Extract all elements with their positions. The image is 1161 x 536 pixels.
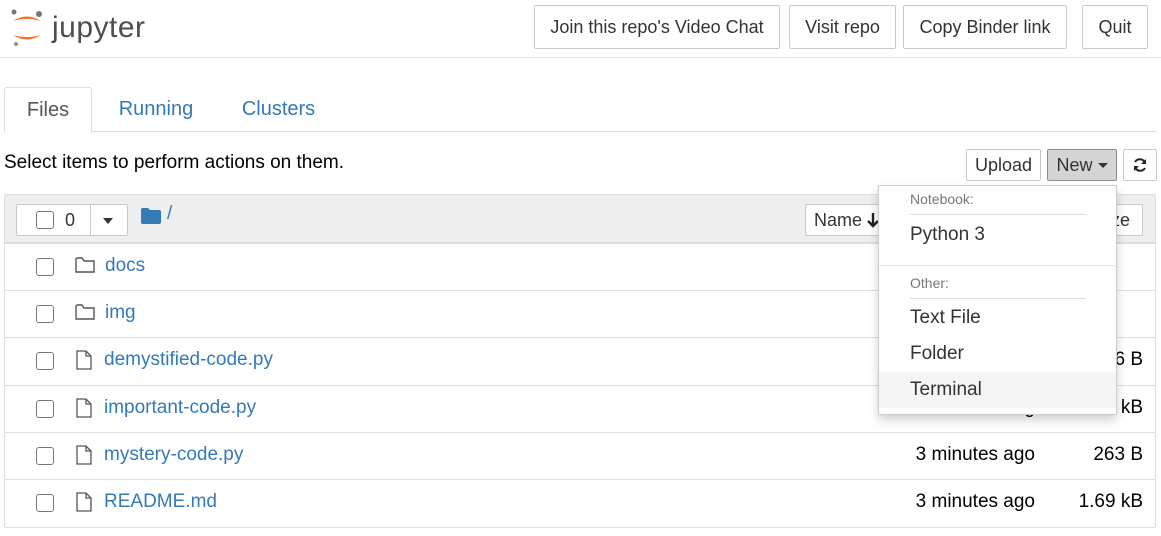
- header-bar: jupyter Join this repo's Video Chat Visi…: [0, 0, 1161, 58]
- folder-outline-icon: [75, 257, 95, 273]
- file-outline-icon: [76, 398, 92, 418]
- new-dropdown-menu: Notebook: Python 3 Other: Text File Fold…: [878, 185, 1117, 415]
- logo-text: jupyter: [52, 11, 146, 44]
- select-all-checkbox[interactable]: [36, 211, 54, 229]
- sort-by-name-button[interactable]: Name: [805, 204, 889, 236]
- selection-hint: Select items to perform actions on them.: [4, 152, 345, 173]
- section-underline: [910, 298, 1086, 299]
- row-checkbox[interactable]: [36, 352, 54, 370]
- breadcrumb[interactable]: /: [141, 203, 172, 225]
- section-underline: [910, 214, 1086, 215]
- notebook-section-header: Notebook:: [910, 191, 974, 207]
- video-chat-button[interactable]: Join this repo's Video Chat: [534, 5, 780, 49]
- selected-count: 0: [65, 210, 76, 230]
- select-all-control[interactable]: 0: [16, 204, 128, 236]
- tab-clusters[interactable]: Clusters: [232, 87, 325, 132]
- new-button-label: New: [1056, 154, 1093, 175]
- file-row-readme[interactable]: README.md 3 minutes ago 1.69 kB: [5, 479, 1155, 526]
- file-name-link[interactable]: README.md: [104, 491, 217, 513]
- file-modified: 3 minutes ago: [915, 444, 1035, 465]
- row-checkbox[interactable]: [36, 494, 54, 512]
- sort-name-label: Name: [814, 209, 863, 230]
- quit-button[interactable]: Quit: [1082, 5, 1148, 49]
- new-text-file-item[interactable]: Text File: [879, 300, 1116, 336]
- file-row-mystery-code[interactable]: mystery-code.py 3 minutes ago 263 B: [5, 432, 1155, 479]
- refresh-button[interactable]: [1123, 149, 1157, 181]
- folder-icon: [141, 208, 161, 224]
- row-checkbox[interactable]: [36, 305, 54, 323]
- new-folder-item[interactable]: Folder: [879, 336, 1116, 372]
- row-checkbox[interactable]: [36, 258, 54, 276]
- file-name-link[interactable]: img: [105, 302, 136, 324]
- tab-running[interactable]: Running: [108, 87, 204, 132]
- file-size: 6 B: [1114, 349, 1143, 370]
- file-name-link[interactable]: demystified-code.py: [104, 349, 273, 371]
- jupyter-logo-icon: [11, 9, 42, 47]
- breadcrumb-root[interactable]: /: [167, 203, 172, 225]
- visit-repo-button[interactable]: Visit repo: [789, 5, 896, 49]
- tab-bar: Files Running Clusters: [4, 87, 1156, 133]
- copy-binder-link-button[interactable]: Copy Binder link: [903, 5, 1067, 49]
- select-divider: [90, 205, 91, 235]
- row-checkbox[interactable]: [36, 447, 54, 465]
- upload-button[interactable]: Upload: [966, 149, 1041, 181]
- file-name-link[interactable]: mystery-code.py: [104, 444, 243, 466]
- file-name-link[interactable]: docs: [105, 255, 145, 277]
- file-size: 263 B: [1093, 444, 1143, 465]
- file-name-link[interactable]: important-code.py: [104, 397, 256, 419]
- jupyter-logo[interactable]: jupyter: [10, 6, 146, 50]
- file-size: 1.69 kB: [1078, 491, 1143, 512]
- row-checkbox[interactable]: [36, 400, 54, 418]
- file-modified: 3 minutes ago: [915, 491, 1035, 512]
- refresh-icon: [1134, 158, 1146, 172]
- tab-files[interactable]: Files: [4, 87, 92, 133]
- new-terminal-item[interactable]: Terminal: [879, 372, 1116, 408]
- select-menu-caret-icon[interactable]: [103, 218, 113, 224]
- file-outline-icon: [76, 492, 92, 512]
- menu-divider: [879, 265, 1116, 266]
- other-section-header: Other:: [910, 275, 949, 291]
- new-dropdown-button[interactable]: New: [1047, 149, 1117, 181]
- folder-outline-icon: [75, 304, 95, 320]
- file-outline-icon: [76, 445, 92, 465]
- caret-down-icon: [1097, 162, 1108, 168]
- file-size: kB: [1120, 397, 1143, 418]
- new-python3-item[interactable]: Python 3: [879, 217, 1116, 253]
- file-outline-icon: [76, 350, 92, 370]
